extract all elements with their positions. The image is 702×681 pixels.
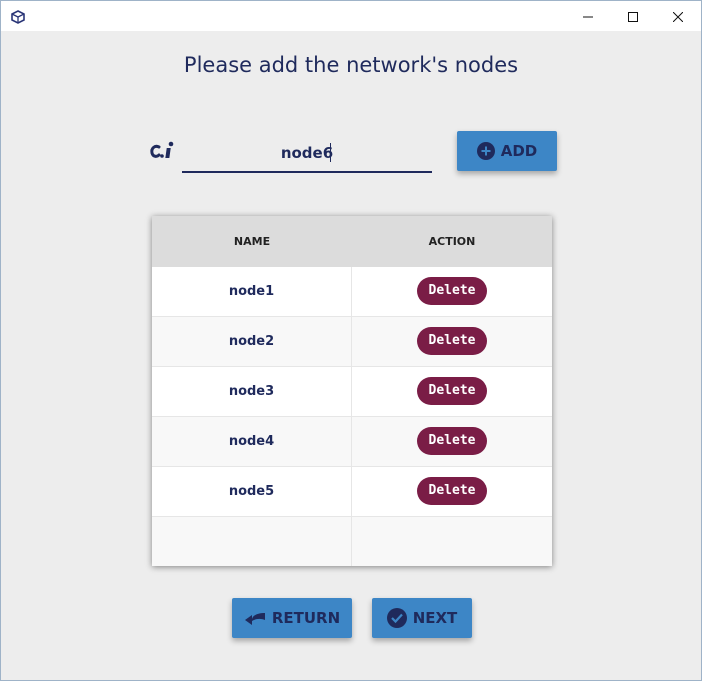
plus-circle-icon: [476, 142, 495, 160]
column-header-name[interactable]: NAME: [152, 216, 352, 267]
action-cell: Delete: [352, 367, 552, 416]
add-button-label: ADD: [500, 142, 538, 160]
empty-cell: [352, 517, 552, 566]
minimize-icon: [583, 7, 593, 26]
table-row[interactable]: node4 Delete: [152, 417, 552, 467]
node-name-cell: node2: [152, 317, 352, 366]
column-header-action[interactable]: ACTION: [352, 216, 552, 267]
node-name-cell: node5: [152, 467, 352, 516]
text-caret: [330, 143, 331, 162]
node-name-cell: node1: [152, 267, 352, 316]
next-button-label: NEXT: [412, 609, 458, 627]
table-row-empty: [152, 517, 552, 566]
delete-button[interactable]: Delete: [417, 277, 487, 305]
delete-button[interactable]: Delete: [417, 327, 487, 355]
table-row[interactable]: node5 Delete: [152, 467, 552, 517]
empty-cell: [152, 517, 352, 566]
node-name-cell: node3: [152, 367, 352, 416]
table-row[interactable]: node3 Delete: [152, 367, 552, 417]
app-cube-icon: [11, 9, 25, 24]
nodes-table: NAME ACTION node1 Delete node2 Delete no…: [152, 216, 552, 566]
action-cell: Delete: [352, 267, 552, 316]
action-cell: Delete: [352, 317, 552, 366]
return-arrow-icon: [244, 610, 266, 626]
close-button[interactable]: [655, 1, 701, 31]
check-circle-icon: [386, 608, 407, 628]
minimize-button[interactable]: [565, 1, 611, 31]
next-button[interactable]: NEXT: [372, 598, 472, 638]
close-icon: [672, 7, 684, 26]
delete-button[interactable]: Delete: [417, 377, 487, 405]
action-cell: Delete: [352, 467, 552, 516]
add-button[interactable]: ADD: [457, 131, 557, 171]
app-window: Please add the network's nodes ADD NAME …: [0, 0, 702, 681]
title-bar[interactable]: [1, 1, 701, 31]
node-name-cell: node4: [152, 417, 352, 466]
input-text-icon: [149, 139, 177, 163]
maximize-icon: [628, 7, 638, 26]
table-header: NAME ACTION: [152, 216, 552, 267]
node-name-input[interactable]: [182, 135, 432, 173]
return-button[interactable]: RETURN: [232, 598, 352, 638]
maximize-button[interactable]: [610, 1, 656, 31]
delete-button[interactable]: Delete: [417, 477, 487, 505]
page-title: Please add the network's nodes: [183, 53, 519, 77]
table-row[interactable]: node1 Delete: [152, 267, 552, 317]
action-cell: Delete: [352, 417, 552, 466]
delete-button[interactable]: Delete: [417, 427, 487, 455]
return-button-label: RETURN: [271, 609, 341, 627]
table-row[interactable]: node2 Delete: [152, 317, 552, 367]
